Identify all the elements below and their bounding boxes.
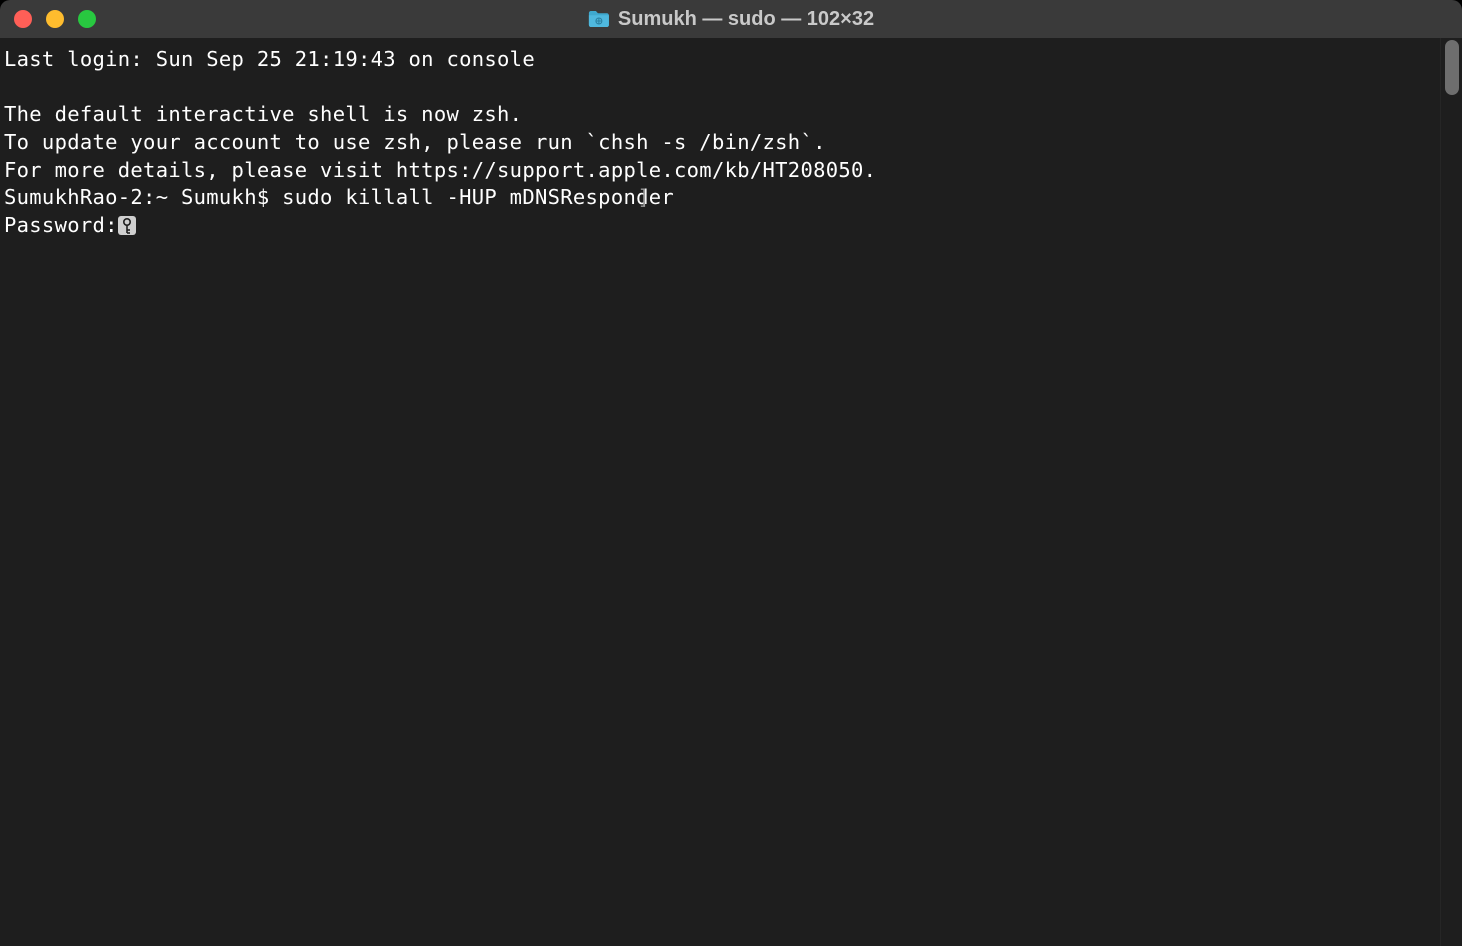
close-button[interactable] (14, 10, 32, 28)
prompt-line: SumukhRao-2:~ Sumukh$ sudo killall -HUP … (4, 185, 674, 209)
titlebar[interactable]: Sumukh — sudo — 102×32 (0, 0, 1462, 38)
zsh-notice-line-2: To update your account to use zsh, pleas… (4, 130, 826, 154)
line-end-bracket: ] (637, 184, 650, 212)
scrollbar-thumb[interactable] (1445, 40, 1459, 95)
terminal-body-wrap: Last login: Sun Sep 25 21:19:43 on conso… (0, 38, 1462, 946)
zsh-notice-line-1: The default interactive shell is now zsh… (4, 102, 522, 126)
terminal-body[interactable]: Last login: Sun Sep 25 21:19:43 on conso… (0, 38, 1440, 946)
last-login-line: Last login: Sun Sep 25 21:19:43 on conso… (4, 47, 535, 71)
window-title-text: Sumukh — sudo — 102×32 (618, 8, 874, 31)
shell-prompt: SumukhRao-2:~ Sumukh$ (4, 185, 282, 209)
window-controls (14, 10, 96, 28)
terminal-window: Sumukh — sudo — 102×32 Last login: Sun S… (0, 0, 1462, 946)
zsh-notice-line-3: For more details, please visit https://s… (4, 158, 876, 182)
window-title: Sumukh — sudo — 102×32 (588, 8, 874, 31)
key-icon (118, 216, 136, 235)
password-prompt: Password: (4, 213, 118, 237)
folder-icon (588, 10, 610, 28)
zoom-button[interactable] (78, 10, 96, 28)
entered-command: sudo killall -HUP mDNSResponder (282, 185, 674, 209)
minimize-button[interactable] (46, 10, 64, 28)
scrollbar-track[interactable] (1440, 38, 1462, 946)
